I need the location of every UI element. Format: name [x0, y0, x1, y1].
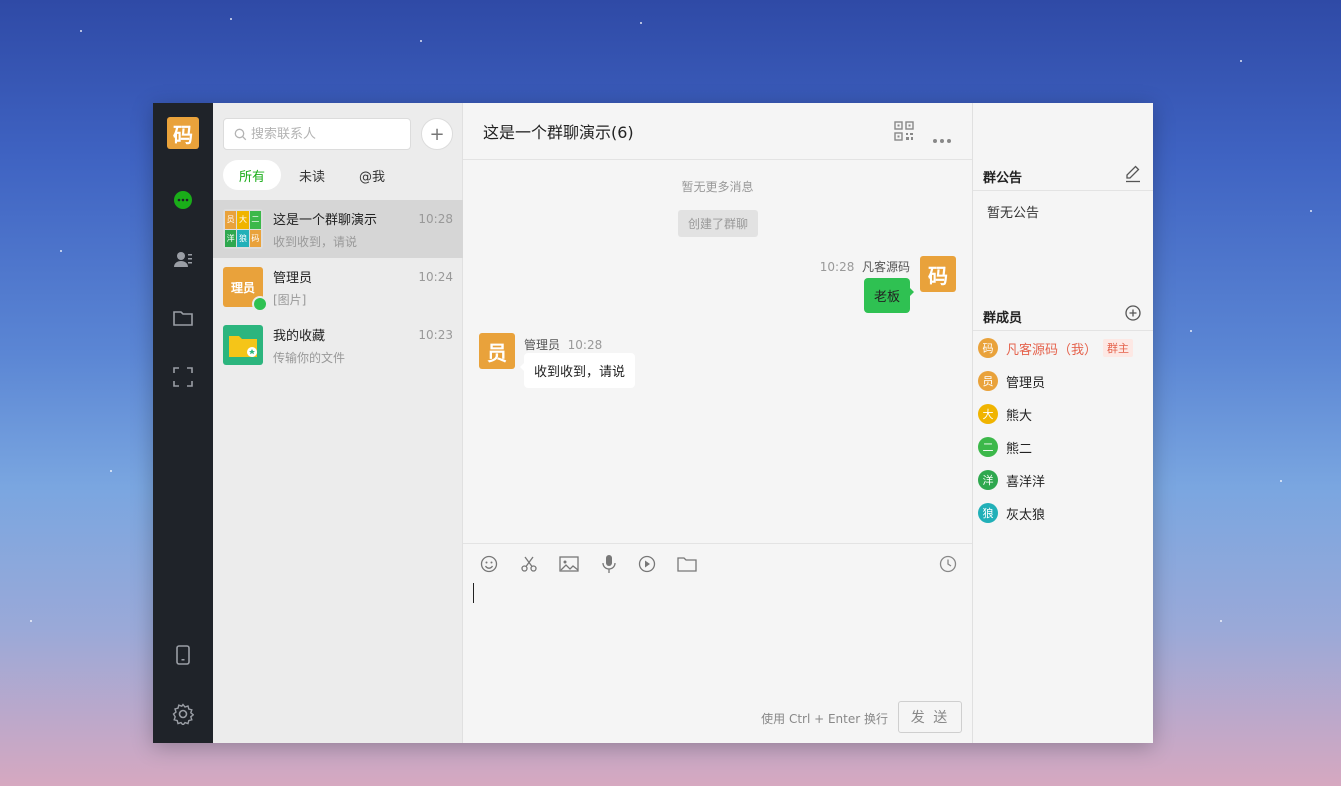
member-name: 凡客源码（我）: [1006, 342, 1098, 358]
member-name: 管理员: [1006, 375, 1046, 391]
chat-nav-icon[interactable]: [168, 185, 198, 215]
add-contact-button[interactable]: +: [421, 118, 453, 150]
search-box[interactable]: [223, 118, 411, 150]
microphone-icon[interactable]: [599, 554, 619, 574]
chat-preview: [图片]: [273, 292, 307, 307]
member-avatar: 码: [978, 338, 998, 358]
favorites-folder-icon: [223, 325, 263, 365]
tab-all[interactable]: 所有: [223, 160, 282, 190]
chat-title: 这是一个群聊演示(6): [483, 123, 634, 142]
contacts-nav-icon[interactable]: [168, 244, 198, 274]
send-button[interactable]: 发 送: [898, 701, 962, 733]
message-input[interactable]: [473, 583, 963, 678]
tab-mentions[interactable]: @我: [343, 160, 401, 190]
chat-item-group[interactable]: 员 大 二 洋 狼 码 这是一个群聊演示 收到收到，请说 10:28: [213, 200, 463, 258]
text-caret: [473, 583, 474, 603]
group-avatar-cell: 员: [225, 211, 237, 229]
member-item[interactable]: 码 凡客源码（我） 群主: [978, 336, 1134, 360]
chat-item-admin[interactable]: 理员 管理员 [图片] 10:24: [213, 258, 463, 316]
history-clock-icon[interactable]: [938, 554, 958, 574]
admin-avatar-text: 理员: [230, 280, 255, 295]
screenshot-scissors-icon[interactable]: [519, 554, 539, 574]
group-avatar-cell: 狼: [237, 229, 249, 247]
phone-icon[interactable]: [168, 640, 198, 670]
folder-nav-icon[interactable]: [168, 303, 198, 333]
message-bubble-mine[interactable]: 老板: [863, 278, 915, 313]
message-bubble-theirs[interactable]: 收到收到，请说: [519, 353, 636, 388]
member-avatar: 二: [978, 437, 998, 457]
member-item[interactable]: 员 管理员: [978, 369, 1045, 393]
add-member-icon[interactable]: [1125, 305, 1141, 325]
qr-code-icon[interactable]: [894, 121, 914, 145]
image-icon[interactable]: [559, 554, 579, 574]
chat-time: 10:24: [418, 270, 453, 284]
message-sender: 凡客源码: [861, 260, 910, 274]
announcement-title: 群公告: [983, 171, 1023, 186]
admin-avatar: 理员: [223, 267, 268, 312]
edit-pencil-icon[interactable]: [1125, 165, 1141, 187]
nav-rail: 码: [153, 103, 213, 743]
chat-item-favorites[interactable]: 我的收藏 传输你的文件 10:23: [213, 316, 463, 374]
member-item[interactable]: 洋 喜洋洋: [978, 468, 1045, 492]
newline-hint: 使用 Ctrl + Enter 换行: [761, 712, 888, 726]
online-status-dot: [252, 296, 268, 312]
chat-time: 10:28: [418, 212, 453, 226]
search-input[interactable]: [251, 126, 401, 142]
member-name: 喜洋洋: [1006, 474, 1046, 490]
no-more-messages: 暂无更多消息: [681, 180, 754, 194]
my-avatar[interactable]: 码: [920, 256, 956, 292]
group-info-panel: 群公告 暂无公告 群成员 码 凡客源码（我） 群主 员 管理员 大 熊大 二 熊…: [973, 103, 1153, 743]
announcement-text: 暂无公告: [987, 206, 1040, 221]
chat-area: 这是一个群聊演示(6) 暂无更多消息 创建了群聊 10:28 凡客源码 码 老板…: [463, 103, 973, 743]
member-item[interactable]: 二 熊二: [978, 435, 1032, 459]
member-avatar: 狼: [978, 503, 998, 523]
more-options-icon[interactable]: [932, 129, 952, 148]
file-folder-icon[interactable]: [677, 554, 697, 574]
video-play-icon[interactable]: [637, 554, 657, 574]
group-avatar-cell: 大: [237, 211, 249, 229]
member-item[interactable]: 狼 灰太狼: [978, 501, 1045, 525]
chat-app-window: 码 + 所有 未读 @我: [153, 103, 1153, 743]
chat-list: 员 大 二 洋 狼 码 这是一个群聊演示 收到收到，请说 10:28 理员 管理…: [213, 200, 463, 374]
emoji-icon[interactable]: [479, 554, 499, 574]
members-title: 群成员: [983, 311, 1023, 326]
message-list: 暂无更多消息 创建了群聊 10:28 凡客源码 码 老板 员 管理员 10:28…: [463, 160, 972, 543]
message-time: 10:28: [819, 260, 855, 274]
settings-gear-icon[interactable]: [168, 699, 198, 729]
divider: [973, 190, 1153, 191]
owner-badge: 群主: [1103, 339, 1134, 357]
group-avatar-cell: 码: [249, 229, 261, 247]
chat-time: 10:23: [418, 328, 453, 342]
compose-toolbar: [463, 543, 972, 583]
member-name: 熊大: [1006, 408, 1033, 424]
search-icon: [234, 128, 247, 140]
member-avatar: 大: [978, 404, 998, 424]
member-avatar: 员: [978, 371, 998, 391]
message-meta-mine: 10:28 凡客源码: [820, 258, 910, 275]
app-logo: 码: [167, 117, 199, 149]
member-item[interactable]: 大 熊大: [978, 402, 1032, 426]
sender-avatar[interactable]: 员: [479, 333, 515, 369]
group-avatar-cell: 二: [249, 211, 261, 229]
contacts-panel: + 所有 未读 @我 员 大 二 洋 狼 码 这是一个群聊演示 收到收到，请说: [213, 103, 463, 743]
member-name: 熊二: [1006, 441, 1033, 457]
divider: [973, 330, 1153, 331]
message-sender: 管理员: [524, 338, 561, 352]
message-meta-theirs: 管理员 10:28: [524, 336, 602, 353]
message-time: 10:28: [567, 338, 603, 352]
tab-unread[interactable]: 未读: [283, 160, 341, 190]
group-avatar: 员 大 二 洋 狼 码: [223, 209, 263, 249]
chat-preview: 收到收到，请说: [273, 234, 358, 249]
system-message: 创建了群聊: [678, 210, 759, 237]
chat-filter-tabs: 所有 未读 @我: [223, 160, 403, 190]
fullscreen-icon[interactable]: [168, 362, 198, 392]
member-name: 灰太狼: [1006, 507, 1046, 523]
chat-preview: 传输你的文件: [273, 350, 346, 365]
group-avatar-cell: 洋: [225, 229, 237, 247]
member-avatar: 洋: [978, 470, 998, 490]
